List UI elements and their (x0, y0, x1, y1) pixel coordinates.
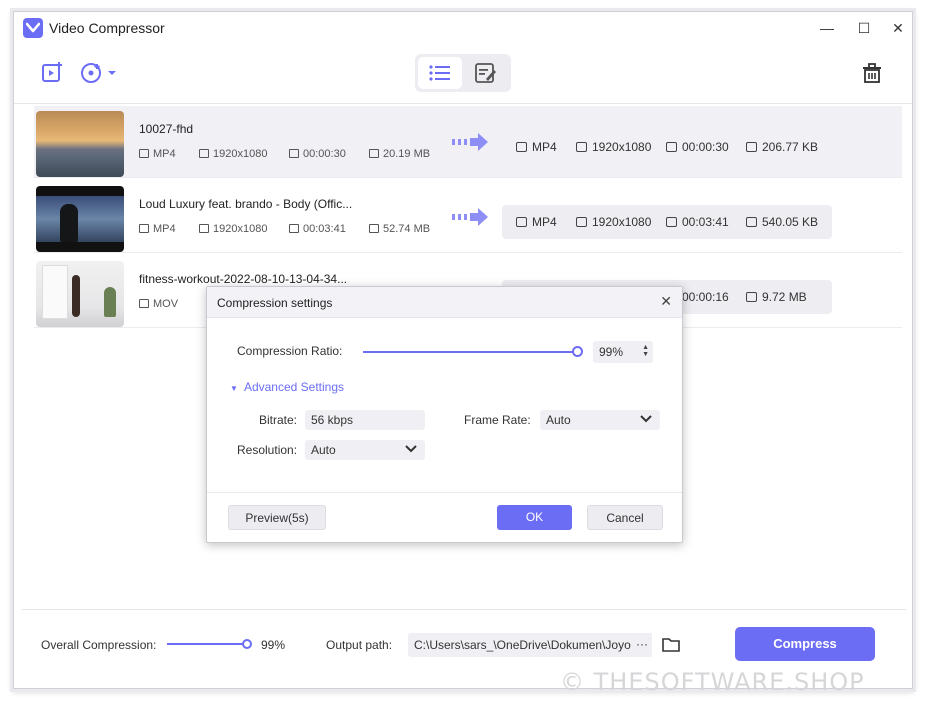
maximize-button[interactable]: ☐ (854, 18, 874, 38)
output-path-label: Output path: (326, 638, 393, 652)
output-size: 206.77 KB (746, 140, 818, 154)
output-info: MP4 1920x1080 00:00:30 206.77 KB (502, 130, 832, 164)
file-row[interactable]: 10027-fhd MP4 1920x1080 00:00:30 20.19 M… (34, 106, 902, 178)
watermark: © THESOFTWARE.SHOP (560, 668, 865, 696)
overall-compression-label: Overall Compression: (41, 638, 157, 652)
file-size-icon (369, 224, 379, 233)
video-format-icon (139, 299, 149, 308)
dialog-header: Compression settings ✕ (207, 287, 682, 318)
title-bar: Video Compressor — ☐ ✕ (14, 12, 912, 44)
output-resolution: 1920x1080 (576, 215, 651, 229)
output-info[interactable]: MP4 1920x1080 00:03:41 540.05 KB (502, 205, 832, 239)
file-size-icon (746, 217, 757, 227)
convert-arrow-icon (452, 208, 488, 226)
preview-button[interactable]: Preview(5s) (228, 505, 326, 530)
monitor-icon (199, 149, 209, 158)
file-size-icon (369, 149, 379, 158)
source-resolution: 1920x1080 (199, 148, 267, 160)
advanced-settings-toggle[interactable]: ▼ Advanced Settings (230, 380, 344, 394)
video-thumbnail (36, 261, 124, 327)
output-duration: 00:00:30 (666, 140, 729, 154)
video-thumbnail (36, 186, 124, 252)
output-format: MP4 (516, 215, 557, 229)
list-view-icon (429, 65, 450, 81)
overall-compression-value: 99% (261, 638, 286, 652)
resolution-select[interactable]: Auto (305, 440, 425, 460)
source-format: MP4 (139, 223, 176, 235)
output-resolution: 1920x1080 (576, 140, 651, 154)
source-resolution: 1920x1080 (199, 223, 267, 235)
compression-ratio-input[interactable]: 99% ▲ ▼ (593, 341, 653, 363)
browse-more-button[interactable]: ··· (632, 633, 652, 657)
cancel-button[interactable]: Cancel (587, 505, 663, 530)
output-duration: 00:03:41 (666, 215, 729, 229)
video-format-icon (516, 217, 527, 227)
file-name: Loud Luxury feat. brando - Body (Offic..… (139, 197, 353, 211)
video-format-icon (139, 149, 149, 158)
resolution-label: Resolution: (237, 443, 298, 457)
close-button[interactable]: ✕ (888, 18, 908, 38)
compression-settings-dialog: Compression settings ✕ Compression Ratio… (206, 286, 683, 543)
source-format: MP4 (139, 148, 176, 160)
compression-ratio-knob[interactable] (572, 346, 583, 357)
chevron-down-icon (405, 445, 417, 453)
app-title: Video Compressor (49, 20, 165, 36)
compress-button[interactable]: Compress (735, 627, 875, 661)
bitrate-field[interactable]: 56 kbps (305, 410, 425, 430)
compression-ratio-slider[interactable] (363, 351, 577, 353)
add-file-icon[interactable] (40, 61, 66, 87)
output-path-field[interactable]: C:\Users\sars_\OneDrive\Dokumen\Joyo (408, 633, 652, 657)
file-name: 10027-fhd (139, 122, 194, 136)
convert-arrow-icon (452, 133, 488, 151)
chevron-down-icon (640, 415, 652, 423)
clock-icon (289, 149, 299, 158)
source-size: 20.19 MB (369, 148, 430, 160)
video-format-icon (139, 224, 149, 233)
monitor-icon (576, 142, 587, 152)
overall-compression-knob[interactable] (242, 639, 252, 649)
output-size: 9.72 MB (746, 290, 807, 304)
dialog-close-icon[interactable]: ✕ (660, 293, 672, 310)
clock-icon (666, 217, 677, 227)
caret-down-icon: ▼ (230, 384, 238, 393)
folder-icon[interactable] (662, 637, 680, 653)
dialog-divider (207, 492, 682, 493)
file-row[interactable]: Loud Luxury feat. brando - Body (Offic..… (34, 181, 902, 253)
output-format: MP4 (516, 140, 557, 154)
toolbar (14, 48, 912, 104)
view-toggle (415, 54, 511, 92)
video-format-icon (516, 142, 527, 152)
file-size-icon (746, 292, 757, 302)
file-size-icon (746, 142, 757, 152)
edit-view-button[interactable] (464, 57, 508, 89)
monitor-icon (199, 224, 209, 233)
frame-rate-select[interactable]: Auto (540, 410, 660, 430)
trash-icon[interactable] (860, 61, 886, 87)
frame-rate-label: Frame Rate: (464, 413, 531, 427)
clock-icon (666, 142, 677, 152)
spinner-arrows-icon[interactable]: ▲ ▼ (642, 344, 649, 358)
app-logo-icon (23, 18, 43, 38)
source-size: 52.74 MB (369, 223, 430, 235)
bitrate-label: Bitrate: (259, 413, 298, 427)
source-format: MOV (139, 298, 178, 310)
compression-ratio-label: Compression Ratio: (237, 344, 343, 358)
source-duration: 00:00:30 (289, 148, 346, 160)
output-size: 540.05 KB (746, 215, 818, 229)
file-name: fitness-workout-2022-08-10-13-04-34... (139, 272, 348, 286)
monitor-icon (576, 217, 587, 227)
video-thumbnail (36, 111, 124, 177)
add-disc-icon[interactable] (80, 61, 120, 87)
list-view-button[interactable] (418, 57, 462, 89)
dialog-title: Compression settings (217, 296, 333, 310)
ok-button[interactable]: OK (497, 505, 572, 530)
minimize-button[interactable]: — (817, 18, 837, 38)
clock-icon (289, 224, 299, 233)
edit-list-icon (475, 63, 496, 83)
source-duration: 00:03:41 (289, 223, 346, 235)
overall-compression-slider[interactable] (167, 643, 247, 645)
